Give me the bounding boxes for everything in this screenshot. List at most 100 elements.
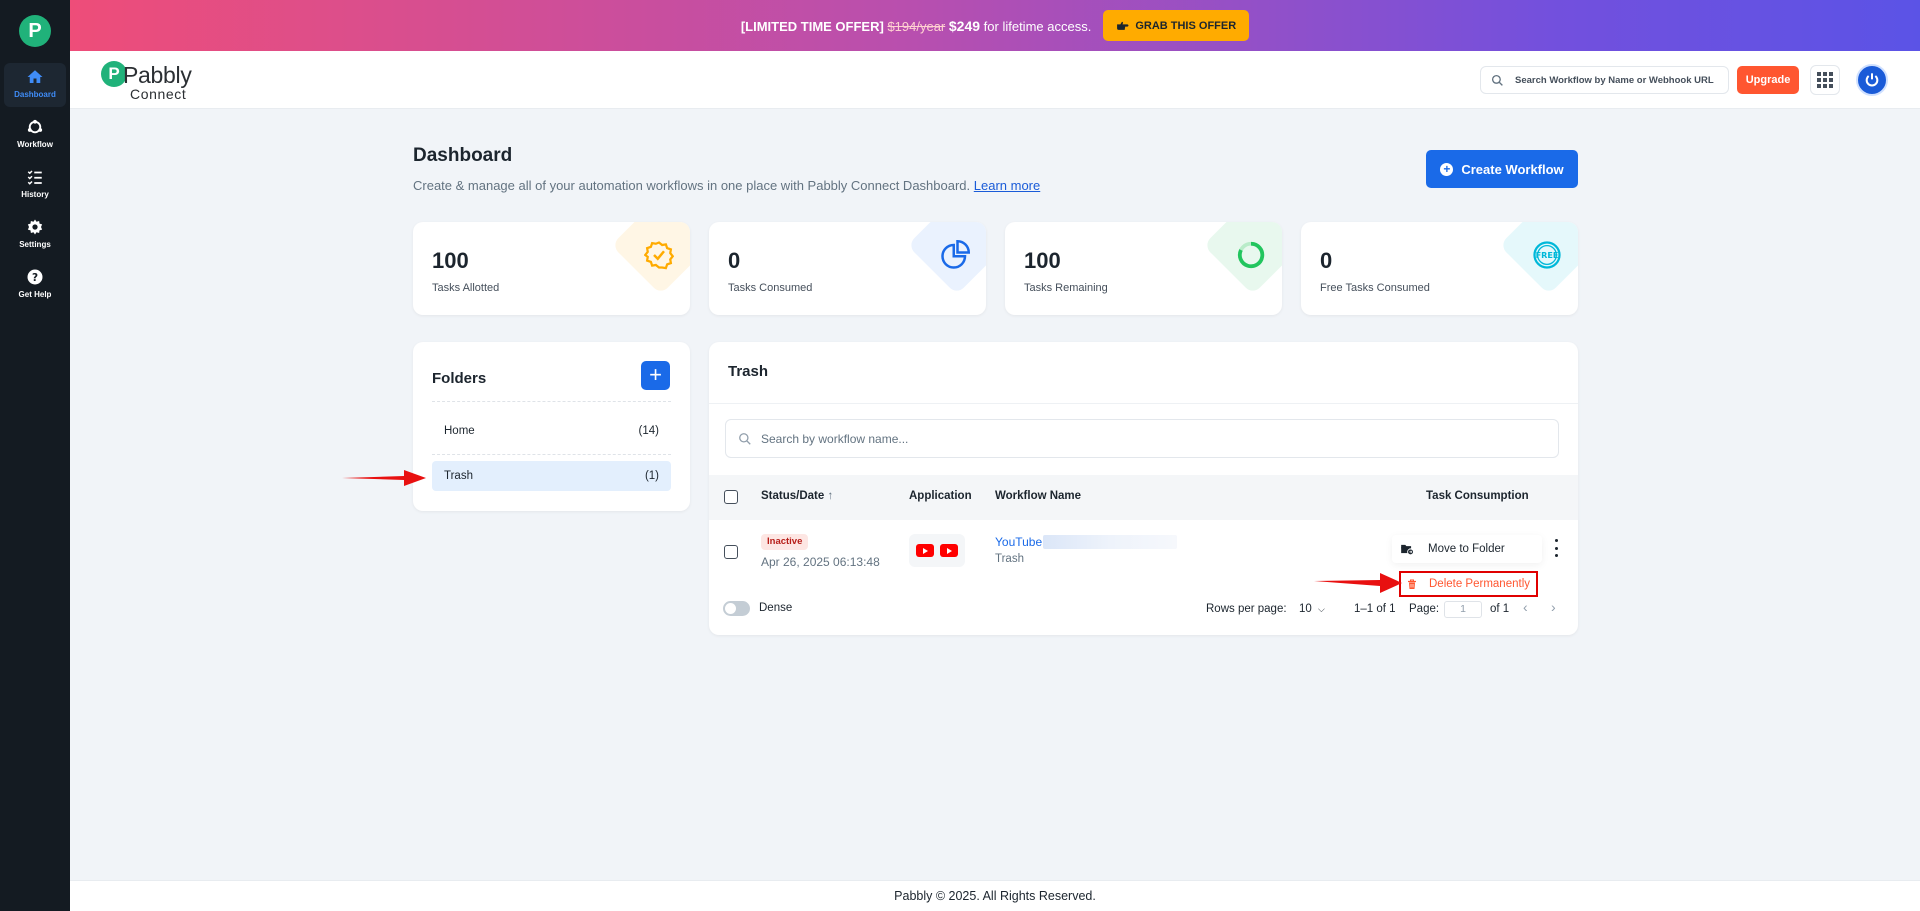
- plus-circle-icon: +: [1440, 162, 1454, 176]
- divider: [432, 401, 671, 402]
- svg-text:FREE: FREE: [1536, 250, 1559, 260]
- move-to-folder-menu-item[interactable]: Move to Folder: [1392, 535, 1542, 563]
- page-range: 1–1 of 1: [1354, 603, 1396, 615]
- brand-name: Pabbly: [123, 62, 192, 88]
- old-price: $194/year: [887, 18, 946, 34]
- sidebar-item-label: Workflow: [17, 140, 53, 149]
- apps-grid-button[interactable]: [1810, 65, 1840, 95]
- page-subtitle: Create & manage all of your automation w…: [413, 178, 1040, 193]
- dense-toggle[interactable]: [723, 601, 750, 616]
- stat-value: 0: [1320, 248, 1333, 273]
- search-icon: [739, 432, 751, 445]
- chevron-down-icon: ⌵: [1318, 604, 1325, 614]
- sidebar-item-settings[interactable]: Settings: [4, 213, 66, 257]
- row-checkbox[interactable]: [724, 545, 738, 559]
- power-icon: [1865, 73, 1879, 87]
- arrow-up-icon: ↑: [827, 490, 834, 502]
- folders-panel: Folders + Home (14) Trash (1): [413, 342, 690, 511]
- table-header: Status/Date ↑ Application Workflow Name …: [709, 475, 1578, 520]
- sidebar: P Dashboard Workflow History Settings ? …: [0, 0, 70, 911]
- sidebar-item-label: Get Help: [18, 290, 52, 299]
- next-page-icon[interactable]: ›: [1551, 599, 1556, 615]
- page-total: of 1: [1490, 603, 1510, 615]
- trash-search-input[interactable]: [761, 431, 1541, 446]
- page-label: Page:: [1409, 603, 1440, 615]
- folder-name: Trash: [444, 470, 473, 482]
- brand-logo[interactable]: P Pabbly Connect: [101, 61, 201, 103]
- sidebar-item-workflow[interactable]: Workflow: [4, 113, 66, 157]
- rows-per-page-label: Rows per page:: [1206, 603, 1287, 615]
- footer: Pabbly © 2025. All Rights Reserved.: [70, 880, 1920, 911]
- grab-offer-label: GRAB THIS OFFER: [1135, 19, 1237, 32]
- progress-ring-icon: [1237, 241, 1265, 269]
- menu-label: Delete Permanently: [1429, 578, 1530, 590]
- promo-prefix: [LIMITED TIME OFFER]: [740, 18, 884, 34]
- column-status-date[interactable]: Status/Date ↑: [761, 490, 833, 502]
- stat-card-tasks-remaining: 100 Tasks Remaining: [1005, 222, 1282, 315]
- stat-card-tasks-allotted: 100 Tasks Allotted: [413, 222, 690, 315]
- folder-item-home[interactable]: Home (14): [432, 416, 671, 446]
- grab-offer-button[interactable]: GRAB THIS OFFER: [1103, 10, 1250, 41]
- row-actions-kebab-icon[interactable]: [1553, 539, 1559, 557]
- account-avatar[interactable]: [1856, 64, 1888, 96]
- pie-chart-icon: [941, 240, 970, 269]
- delete-permanently-menu-item[interactable]: Delete Permanently: [1399, 571, 1538, 597]
- annotation-arrow-icon: [342, 470, 426, 486]
- pabbly-logo[interactable]: P: [19, 15, 51, 47]
- workflow-folder: Trash: [995, 553, 1024, 565]
- menu-label: Move to Folder: [1428, 543, 1505, 555]
- rows-per-page-select[interactable]: 10 ⌵: [1299, 603, 1325, 615]
- column-task-consumption: Task Consumption: [1426, 490, 1529, 502]
- stat-value: 100: [1024, 248, 1061, 273]
- column-application: Application: [909, 490, 972, 502]
- create-workflow-button[interactable]: + Create Workflow: [1426, 150, 1578, 188]
- stat-card-free-tasks: FREE 0 Free Tasks Consumed: [1301, 222, 1578, 315]
- sidebar-item-dashboard[interactable]: Dashboard: [4, 63, 66, 107]
- column-label: Status/Date: [761, 490, 825, 502]
- add-folder-button[interactable]: +: [641, 361, 670, 390]
- free-badge-icon: FREE: [1533, 241, 1561, 269]
- folder-item-trash[interactable]: Trash (1): [432, 461, 671, 491]
- stat-label: Tasks Allotted: [432, 282, 500, 294]
- sidebar-item-label: Settings: [19, 240, 51, 249]
- stat-value: 0: [728, 248, 741, 273]
- upgrade-button[interactable]: Upgrade: [1737, 66, 1799, 94]
- rows-per-page-value: 10: [1299, 603, 1312, 615]
- application-icons: [909, 534, 965, 567]
- divider: [432, 454, 671, 455]
- trash-panel: Trash Status/Date ↑ Application Workflow…: [709, 342, 1578, 635]
- promo-banner: [LIMITED TIME OFFER] $194/year $249 for …: [70, 0, 1920, 51]
- sidebar-item-history[interactable]: History: [4, 163, 66, 207]
- redacted-name: [1043, 535, 1177, 549]
- search-icon: [1491, 74, 1503, 86]
- learn-more-link[interactable]: Learn more: [974, 178, 1040, 193]
- status-badge: Inactive: [761, 534, 809, 550]
- gear-icon: [27, 219, 43, 235]
- sidebar-item-get-help[interactable]: ? Get Help: [4, 263, 66, 307]
- page-number-input[interactable]: 1: [1444, 601, 1482, 618]
- promo-suffix: for lifetime access.: [983, 18, 1092, 34]
- select-all-checkbox[interactable]: [724, 490, 738, 504]
- prev-page-icon[interactable]: ‹: [1523, 599, 1528, 615]
- page-title: Dashboard: [413, 145, 513, 166]
- workflow-name-link[interactable]: YouTube: [995, 535, 1042, 549]
- folder-move-icon: [1401, 544, 1414, 556]
- promo-text: [LIMITED TIME OFFER] $194/year $249 for …: [741, 18, 1092, 34]
- column-workflow-name: Workflow Name: [995, 490, 1082, 502]
- workflow-icon: [27, 119, 43, 134]
- grid-icon: [1817, 72, 1833, 88]
- youtube-icon: [916, 544, 934, 557]
- page-subtitle-text: Create & manage all of your automation w…: [413, 178, 971, 193]
- folder-count: (14): [638, 425, 659, 437]
- svg-text:?: ?: [32, 272, 38, 284]
- trash-icon: [1408, 579, 1416, 589]
- youtube-icon: [940, 544, 958, 557]
- brand-sub: Connect: [130, 86, 187, 102]
- top-header: P Pabbly Connect Upgrade: [70, 51, 1920, 109]
- create-workflow-label: Create Workflow: [1461, 161, 1564, 177]
- help-icon: ?: [27, 269, 43, 285]
- badge-check-icon: [644, 241, 674, 270]
- history-icon: [27, 170, 42, 185]
- annotation-arrow-icon: [1314, 573, 1402, 593]
- workflow-search-input[interactable]: [1515, 74, 1725, 86]
